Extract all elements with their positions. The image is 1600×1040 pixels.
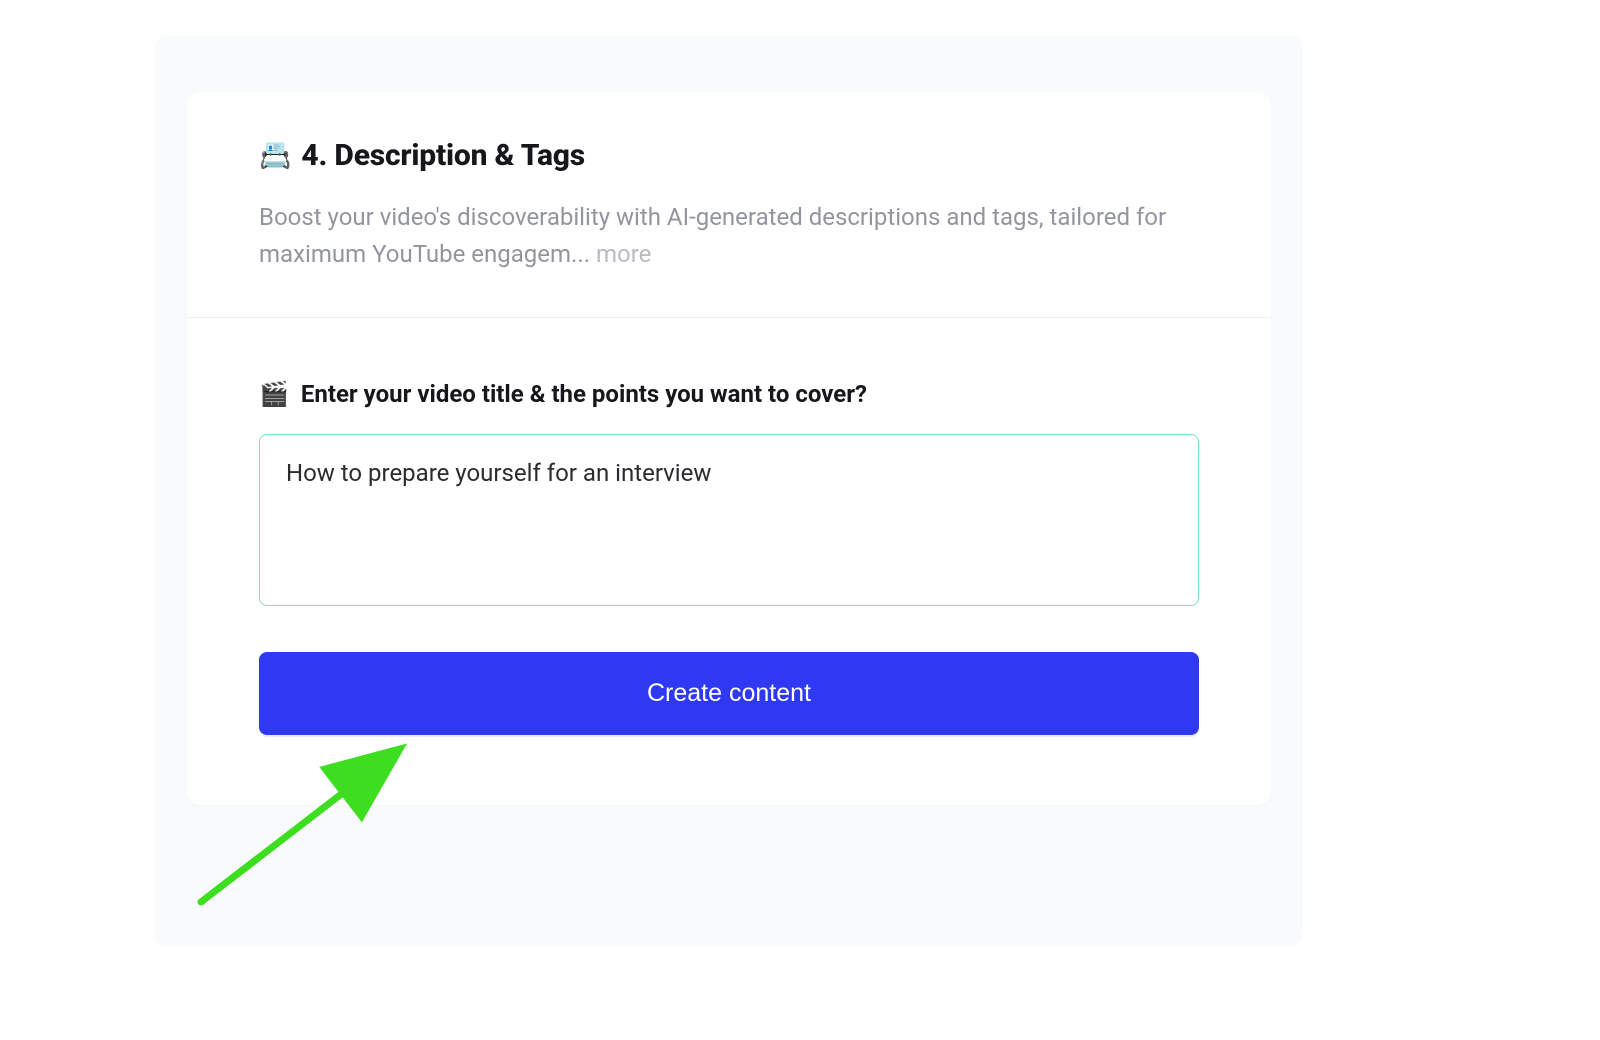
card-index-icon: 📇 xyxy=(259,143,291,169)
input-label-row: 🎬 Enter your video title & the points yo… xyxy=(259,380,1199,408)
form-card: 📇 4. Description & Tags Boost your video… xyxy=(187,92,1271,805)
subtitle-text: Boost your video's discoverability with … xyxy=(259,203,1166,268)
section-title-row: 📇 4. Description & Tags xyxy=(259,138,1199,173)
input-label: Enter your video title & the points you … xyxy=(301,380,867,408)
video-title-input[interactable] xyxy=(286,457,1172,577)
page-container: 📇 4. Description & Tags Boost your video… xyxy=(155,36,1303,946)
more-link[interactable]: more xyxy=(596,240,651,268)
video-title-input-wrap[interactable] xyxy=(259,434,1199,606)
clapper-icon: 🎬 xyxy=(259,382,289,406)
section-subtitle: Boost your video's discoverability with … xyxy=(259,199,1199,273)
card-body: 🎬 Enter your video title & the points yo… xyxy=(187,318,1271,805)
card-header: 📇 4. Description & Tags Boost your video… xyxy=(187,92,1271,318)
create-content-button[interactable]: Create content xyxy=(259,652,1199,735)
section-title: 4. Description & Tags xyxy=(301,138,585,173)
